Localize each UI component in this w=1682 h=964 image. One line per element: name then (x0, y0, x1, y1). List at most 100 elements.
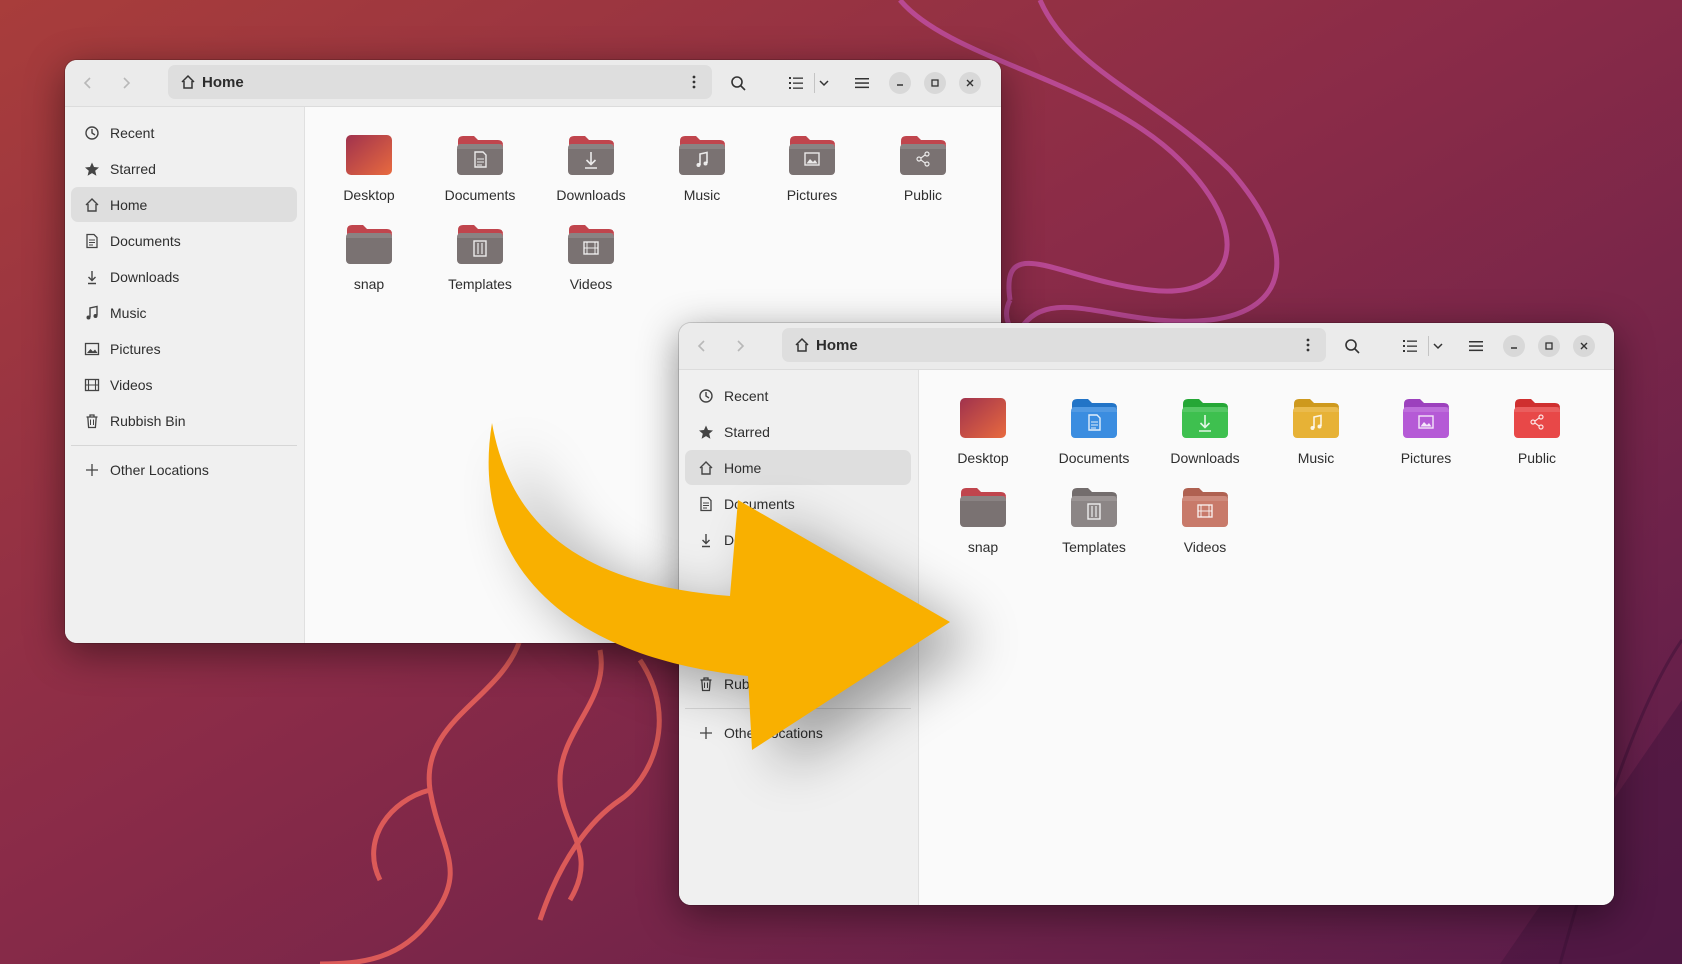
folder-item-videos[interactable]: Videos (541, 221, 641, 292)
music-folder-icon (1293, 399, 1339, 438)
folder-label: snap (967, 539, 999, 555)
sidebar-item-home[interactable]: Home (71, 187, 297, 222)
sidebar-item-label: Starred (724, 423, 770, 440)
folder-item-public[interactable]: Public (1487, 395, 1587, 466)
sidebar-item-pictures[interactable]: Pictures (71, 331, 297, 366)
minimize-button[interactable] (889, 72, 911, 94)
home-icon (795, 337, 809, 352)
search-button[interactable] (1337, 331, 1367, 361)
maximize-button[interactable] (1538, 335, 1560, 357)
videos-folder-icon (1182, 488, 1228, 527)
folder-item-music[interactable]: Music (652, 132, 752, 203)
folder-label: snap (353, 276, 385, 292)
picture-icon (84, 342, 100, 355)
folder-item-templates[interactable]: Templates (430, 221, 530, 292)
chevron-left-icon (697, 340, 705, 352)
sidebar-item-home[interactable]: Home (685, 450, 911, 485)
sidebar-item-documents[interactable]: Documents (685, 486, 911, 521)
folder-item-downloads[interactable]: Downloads (541, 132, 641, 203)
folder-item-pictures[interactable]: Pictures (1376, 395, 1476, 466)
path-menu-button[interactable] (1298, 335, 1318, 355)
folder-item-snap[interactable]: snap (933, 484, 1033, 555)
desktop-folder-icon (960, 398, 1006, 438)
sidebar-item-starred[interactable]: Starred (685, 414, 911, 449)
folder-item-downloads[interactable]: Downloads (1155, 395, 1255, 466)
list-view-icon (1403, 340, 1417, 352)
templates-folder-icon (1071, 488, 1117, 527)
video-icon (84, 378, 100, 391)
sidebar-item-recent[interactable]: Recent (685, 378, 911, 413)
plus-icon (700, 726, 712, 739)
maximize-button[interactable] (924, 72, 946, 94)
sidebar-item-music[interactable]: Music (71, 295, 297, 330)
search-icon (731, 76, 746, 91)
path-menu-button[interactable] (684, 72, 704, 92)
view-toggle-button[interactable] (1395, 331, 1425, 361)
back-button[interactable] (73, 68, 103, 98)
folder-item-desktop[interactable]: Desktop (319, 132, 419, 203)
music-icon (86, 305, 98, 319)
folder-item-desktop[interactable]: Desktop (933, 395, 1033, 466)
folder-label: Downloads (1170, 450, 1240, 466)
sidebar-item-label: Home (724, 459, 762, 476)
view-options-button[interactable] (809, 68, 839, 98)
sidebar-item-starred[interactable]: Starred (71, 151, 297, 186)
star-icon (699, 425, 713, 439)
sidebar-item-videos[interactable]: Videos (71, 367, 297, 402)
folder-item-documents[interactable]: Documents (430, 132, 530, 203)
sidebar-item-label: Other Locations (724, 724, 823, 741)
folder-item-templates[interactable]: Templates (1044, 484, 1144, 555)
documents-folder-icon (457, 136, 503, 175)
documents-folder-icon (1071, 399, 1117, 438)
sidebar-item-label: Rubbish Bin (110, 412, 186, 429)
chevron-right-icon (737, 340, 745, 352)
music-folder-icon (679, 136, 725, 175)
sidebar-item-downloads[interactable]: Downloads (71, 259, 297, 294)
sidebar-item-label: Do (724, 531, 742, 548)
main-menu-button[interactable] (847, 68, 877, 98)
path-bar[interactable]: Home (168, 65, 712, 99)
hamburger-icon (1469, 341, 1483, 352)
hamburger-icon (855, 78, 869, 89)
folder-item-public[interactable]: Public (873, 132, 973, 203)
folder-item-videos[interactable]: Videos (1155, 484, 1255, 555)
sidebar-item-downloads[interactable]: Do (685, 522, 911, 557)
back-button[interactable] (687, 331, 717, 361)
main-menu-button[interactable] (1461, 331, 1491, 361)
folder-item-pictures[interactable]: Pictures (762, 132, 862, 203)
close-button[interactable] (1573, 335, 1595, 357)
search-button[interactable] (723, 68, 753, 98)
folder-label: Videos (1183, 539, 1227, 555)
sidebar-item-label: Recent (110, 124, 155, 141)
folder-icon (346, 225, 392, 264)
home-icon (181, 74, 195, 89)
vertical-dots-icon (692, 75, 696, 89)
sidebar-item-other-locations[interactable]: Other Locations (71, 452, 297, 487)
home-icon (85, 197, 99, 212)
minimize-button[interactable] (1503, 335, 1525, 357)
folder-item-snap[interactable]: snap (319, 221, 419, 292)
search-icon (1345, 339, 1360, 354)
sidebar-item-rubbish-bin[interactable]: Rubbish Bin (71, 403, 297, 438)
view-toggle-button[interactable] (781, 68, 811, 98)
folder-item-documents[interactable]: Documents (1044, 395, 1144, 466)
folder-item-music[interactable]: Music (1266, 395, 1366, 466)
maximize-icon (1545, 342, 1553, 350)
sidebar-item-label: Rub (724, 675, 750, 692)
forward-button[interactable] (111, 68, 141, 98)
home-icon (699, 460, 713, 475)
view-options-button[interactable] (1423, 331, 1453, 361)
sidebar-item-recent[interactable]: Recent (71, 115, 297, 150)
sidebar-item-label: Other Locations (110, 461, 209, 478)
sidebar-item-rubbish-bin[interactable]: Rub (685, 666, 911, 701)
sidebar-item-label: Music (110, 304, 147, 321)
path-bar[interactable]: Home (782, 328, 1326, 362)
close-button[interactable] (959, 72, 981, 94)
header-bar: Home (65, 60, 1001, 107)
sidebar-item-label: Pictures (110, 340, 161, 357)
folder-label: Music (683, 187, 721, 203)
downloads-folder-icon (568, 136, 614, 175)
forward-button[interactable] (725, 331, 755, 361)
sidebar-item-other-locations[interactable]: Other Locations (685, 715, 911, 750)
sidebar-item-documents[interactable]: Documents (71, 223, 297, 258)
